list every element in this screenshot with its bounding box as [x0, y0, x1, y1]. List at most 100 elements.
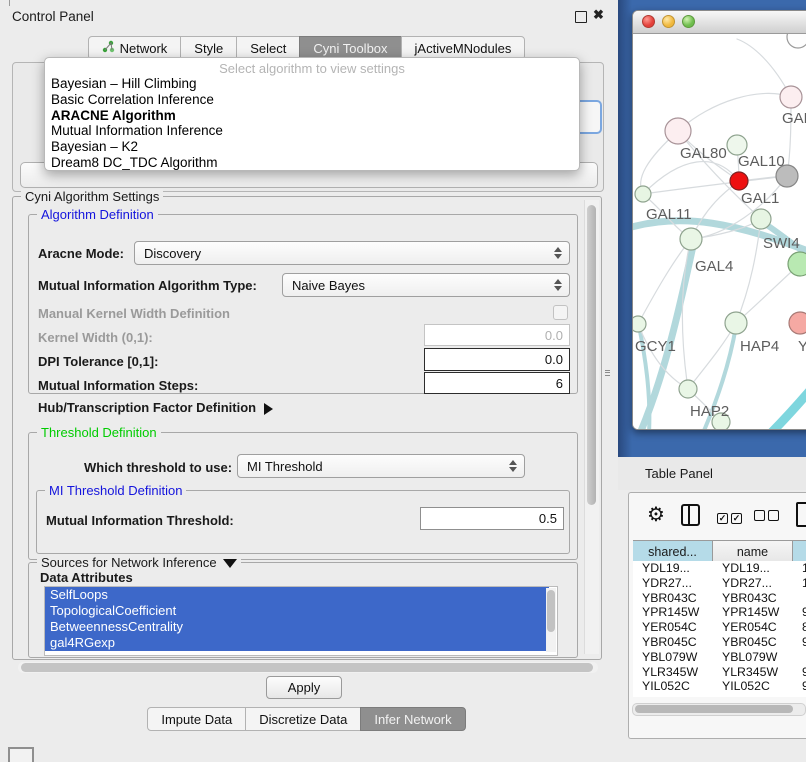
node-label-gal11: GAL11 — [646, 206, 692, 223]
column-header-a[interactable]: A — [793, 541, 806, 562]
scrollbar-thumb[interactable] — [587, 205, 596, 505]
table-row[interactable]: YPR145WYPR145W9. — [633, 605, 806, 620]
network-graph: GAL80GAL10GAL11GAL1SWI4GAL4GCY1HAP4YHAP2… — [633, 34, 806, 429]
network-node[interactable] — [788, 252, 806, 276]
which-threshold-value: MI Threshold — [247, 459, 323, 474]
table-cell: YBR045C — [633, 635, 713, 650]
column-header-shared[interactable]: shared... — [633, 541, 713, 562]
bottom-tab-discretize-data-label: Discretize Data — [259, 712, 347, 727]
network-node[interactable] — [633, 316, 646, 332]
network-node[interactable] — [789, 312, 806, 334]
attribute-betweennesscentrality[interactable]: BetweennessCentrality — [45, 619, 549, 635]
minimized-panel-icon[interactable] — [8, 747, 34, 762]
network-node[interactable] — [787, 34, 806, 48]
table-cell: 9. — [793, 635, 806, 650]
mi-type-label: Mutual Information Algorithm Type: — [38, 278, 257, 293]
table-row[interactable]: YLR345WYLR345W9. — [633, 665, 806, 680]
bottom-tab-infer-network[interactable]: Infer Network — [360, 707, 465, 731]
which-threshold-combobox[interactable]: MI Threshold — [237, 454, 525, 478]
algo-option-bayesian-hill-climbing[interactable]: Bayesian – Hill Climbing — [45, 76, 579, 92]
network-node[interactable] — [751, 209, 771, 229]
dpi-tolerance-input[interactable]: 0.0 — [424, 348, 570, 371]
table-row[interactable]: YER054CYER054C8. — [633, 620, 806, 635]
network-node[interactable] — [635, 186, 651, 202]
attribute-topologicalcoefficient[interactable]: TopologicalCoefficient — [45, 603, 549, 619]
algo-option-mutual-information-inference[interactable]: Mutual Information Inference — [45, 123, 579, 139]
list-vertical-scrollbar[interactable] — [546, 588, 556, 652]
table-cell: YPR145W — [713, 605, 793, 620]
hub-definition-toggle[interactable]: Hub/Transcription Factor Definition — [38, 400, 273, 415]
document-icon[interactable] — [796, 502, 806, 527]
algorithm-options: Bayesian – Hill ClimbingBasic Correlatio… — [45, 76, 579, 171]
settings-vertical-scrollbar[interactable] — [584, 200, 599, 654]
mi-steps-input[interactable]: 6 — [424, 372, 570, 394]
tab-network-label: Network — [120, 41, 168, 56]
network-node[interactable] — [780, 86, 802, 108]
node-label-gal: GAL — [782, 110, 806, 127]
sources-legend[interactable]: Sources for Network Inference — [37, 555, 241, 570]
table-row[interactable]: YDR27...YDR27...12 — [633, 576, 806, 591]
close-icon[interactable]: ✖ — [593, 7, 604, 23]
table-cell: YBR043C — [713, 591, 793, 606]
table-cell: YDL19... — [713, 561, 793, 576]
network-node[interactable] — [725, 312, 747, 334]
float-window-icon[interactable] — [575, 11, 587, 23]
table-row[interactable]: YDL19...YDL19...13 — [633, 561, 806, 576]
mi-threshold-input[interactable]: 0.5 — [420, 507, 564, 530]
node-label-gal80: GAL80 — [680, 145, 727, 162]
table-horizontal-scrollbar[interactable] — [632, 703, 806, 716]
network-canvas[interactable]: GAL80GAL10GAL11GAL1SWI4GAL4GCY1HAP4YHAP2… — [633, 34, 806, 429]
select-none-icon[interactable] — [754, 508, 782, 526]
select-all-checked-icon[interactable]: ✓✓ — [717, 508, 745, 526]
algo-option-aracne-algorithm[interactable]: ARACNE Algorithm — [45, 108, 579, 124]
algo-option-bayesian-k2[interactable]: Bayesian – K2 — [45, 139, 579, 155]
table-cell: YER054C — [713, 620, 793, 635]
attribute-selfloops[interactable]: SelfLoops — [45, 587, 549, 603]
bottom-tab-impute-data-label: Impute Data — [161, 712, 232, 727]
network-edge — [678, 93, 791, 131]
aracne-mode-combobox[interactable]: Discovery — [134, 241, 570, 265]
table-row[interactable]: YBR045CYBR045C9. — [633, 635, 806, 650]
table-cell: YDL19... — [633, 561, 713, 576]
table-cell: YER054C — [633, 620, 713, 635]
network-node[interactable] — [727, 135, 747, 155]
table-cell: 9. — [793, 665, 806, 680]
settings-horizontal-scrollbar[interactable] — [18, 662, 598, 673]
attribute-gal4rgexp[interactable]: gal4RGexp — [45, 635, 549, 651]
algo-option-dream8-dc-tdc-algorithm[interactable]: Dream8 DC_TDC Algorithm — [45, 155, 579, 171]
table-cell: YPR145W — [633, 605, 713, 620]
node-label-hap4: HAP4 — [740, 338, 779, 355]
algo-option-basic-correlation-inference[interactable]: Basic Correlation Inference — [45, 92, 579, 108]
dropdown-prompt: Select algorithm to view settings — [45, 61, 579, 76]
apply-button[interactable]: Apply — [266, 676, 342, 699]
network-node[interactable] — [679, 380, 697, 398]
spinner-arrows-icon — [553, 247, 561, 259]
minimize-traffic-light-icon[interactable] — [662, 15, 675, 28]
table-row[interactable]: YBL079WYBL079W — [633, 650, 806, 665]
split-view-icon[interactable] — [681, 504, 700, 526]
collapse-down-icon[interactable] — [223, 559, 237, 568]
scrollbar-thumb[interactable] — [547, 590, 555, 632]
gear-icon[interactable]: ⚙ — [647, 502, 665, 527]
network-node[interactable] — [665, 118, 691, 144]
network-node[interactable] — [730, 172, 748, 190]
table-row[interactable]: YIL052CYIL052C9 — [633, 679, 806, 694]
table-cell: YLR345W — [713, 665, 793, 680]
column-header-name[interactable]: name — [713, 541, 793, 562]
expand-right-icon[interactable] — [264, 403, 273, 415]
zoom-traffic-light-icon[interactable] — [682, 15, 695, 28]
table-row[interactable]: YBR043CYBR043C — [633, 591, 806, 606]
mi-type-combobox[interactable]: Naive Bayes — [282, 273, 570, 297]
attribute-items: SelfLoopsTopologicalCoefficientBetweenne… — [45, 587, 557, 651]
network-window-titlebar[interactable] — [633, 11, 806, 34]
tab-select-label: Select — [250, 41, 286, 56]
network-icon — [102, 40, 115, 56]
panel-splitter-grip[interactable] — [605, 368, 612, 377]
bottom-tab-discretize-data[interactable]: Discretize Data — [245, 707, 361, 731]
manual-kernel-label: Manual Kernel Width Definition — [38, 306, 230, 321]
network-node[interactable] — [680, 228, 702, 250]
bottom-tab-impute-data[interactable]: Impute Data — [147, 707, 246, 731]
scrollbar-thumb[interactable] — [635, 705, 793, 713]
close-traffic-light-icon[interactable] — [642, 15, 655, 28]
scrollbar-thumb[interactable] — [21, 663, 593, 672]
